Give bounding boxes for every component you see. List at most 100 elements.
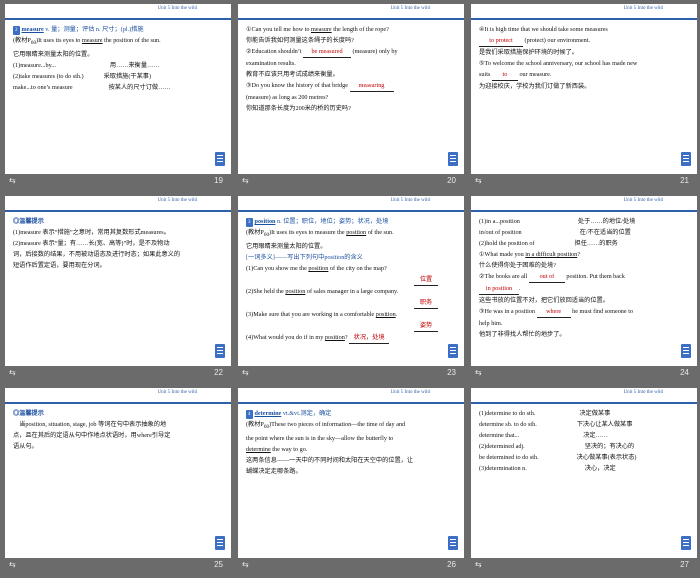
slide-page-21[interactable]: Unit 5 Into the wild ④It is high time tha…: [471, 4, 697, 174]
text-line: 为迎接校庆，学校为我们订做了新西装。: [479, 83, 591, 90]
menu-icon[interactable]: [448, 344, 458, 358]
slide-body: (1)in a...position 处于……的地位/处境 in/out of po…: [479, 216, 689, 340]
text-line: suits to our measure.: [479, 69, 689, 81]
slide-body: ①Can you tell me how to measure the leng…: [246, 24, 456, 114]
slide-page-25[interactable]: Unit 5 Into the wild ◎温馨提示 当position, sit…: [5, 388, 231, 558]
menu-icon[interactable]: [448, 536, 458, 550]
unit-label: Unit 5 Into the wild: [390, 6, 430, 11]
slide-footer: ⇆ 19: [5, 176, 231, 188]
slide-body: ◎温馨提示 当position, situation, stage, job 等…: [13, 408, 223, 452]
text-line: (2)She held the position of sales manage…: [246, 288, 399, 296]
text-line: ②The books are all out of position. Put …: [479, 271, 689, 283]
text-line: [一词多义]——写出下列句中position的含义: [246, 254, 363, 262]
text-line: ③Do you know the history of that bridge …: [246, 80, 456, 92]
text-line: 教育不应该只用考试成绩来衡量。: [246, 71, 339, 78]
slide-header-bar: Unit 5 Into the wild: [238, 196, 464, 212]
menu-icon[interactable]: [215, 152, 225, 166]
text-line: 点，且在其后的定语从句中作地点状语时，用where引导定: [13, 432, 171, 439]
menu-icon[interactable]: [448, 152, 458, 166]
slide-body: 3 position n. 位置；职位，地位；姿势；状况，处境 (教材P60)It …: [246, 216, 456, 345]
slide-link-icon[interactable]: ⇆: [9, 176, 16, 185]
text-line: to protect (protect) our environment.: [479, 35, 689, 47]
slide-page-20[interactable]: Unit 5 Into the wild ①Can you tell me how…: [238, 4, 464, 174]
text-line: 当position, situation, stage, job 等词在句中表示…: [13, 421, 167, 428]
slide-footer: ⇆ 24: [471, 368, 697, 380]
slide-link-icon[interactable]: ⇆: [475, 368, 482, 377]
text-line: 它用眼睛来测量太阳的位置。: [13, 51, 94, 59]
text-line: be determined to do sth. 决心做某事(表示状态): [479, 454, 637, 461]
text-line: determine the way to go.: [246, 446, 308, 454]
slide-link-icon[interactable]: ⇆: [475, 560, 482, 569]
slide-page-27[interactable]: Unit 5 Into the wild (1)determine to do s…: [471, 388, 697, 558]
slide-link-icon[interactable]: ⇆: [9, 560, 16, 569]
slide-footer: ⇆ 23: [238, 368, 464, 380]
text-line: 什么使得你处于困难的处境?: [479, 262, 556, 269]
text-line: ①Can you tell me how to measure the leng…: [246, 26, 389, 33]
text-line: 蝴蝶决定走哪条路。: [246, 468, 302, 476]
slide-page-22[interactable]: Unit 5 Into the wild ◎温馨提示 (1)measure 表示“措…: [5, 196, 231, 366]
text-line: determine that... 决定……: [479, 432, 608, 439]
text-line: ◎温馨提示: [13, 218, 44, 225]
text-line: (教材P60)It uses its eyes to measure the p…: [13, 37, 161, 47]
slide-body: (1)determine to do sth. 决定做某事 determine sb…: [479, 408, 689, 474]
slide-header-bar: Unit 5 Into the wild: [471, 388, 697, 404]
text-line: 它用眼睛来测量太阳的位置。: [246, 243, 327, 251]
text-line: 语从句。: [13, 443, 38, 450]
text-line: make...to one’s measure 按某人的尺寸订做……: [13, 84, 171, 92]
slide-page-24[interactable]: Unit 5 Into the wild (1)in a...position 处于…: [471, 196, 697, 366]
text-line: 姿势: [246, 320, 456, 333]
page-number: 21: [680, 176, 689, 185]
slide-link-icon[interactable]: ⇆: [242, 368, 249, 377]
text-line: ◎温馨提示: [13, 410, 44, 417]
menu-icon[interactable]: [681, 152, 691, 166]
slide-header-bar: Unit 5 Into the wild: [5, 4, 231, 20]
text-line: (1)Can you show me the position of the c…: [246, 265, 387, 273]
text-line: help him.: [479, 320, 503, 327]
text-line: (2)take measures (to do sth.) 采取措施(干某事): [13, 73, 152, 81]
page-number: 23: [447, 368, 456, 377]
slide-page-23[interactable]: Unit 5 Into the wild 3 position n. 位置；职位，地…: [238, 196, 464, 366]
text-line: 你能告诉我如何测量这条绳子的长度吗?: [246, 37, 354, 44]
slide-link-icon[interactable]: ⇆: [475, 176, 482, 185]
text-line: 职务: [246, 297, 456, 310]
text-line: 他到了非得找人帮忙的地步了。: [479, 331, 566, 338]
text-line: (3)Make sure that you are working in a c…: [246, 311, 398, 319]
unit-label: Unit 5 Into the wild: [623, 390, 663, 395]
menu-icon[interactable]: [681, 536, 691, 550]
page-number: 22: [214, 368, 223, 377]
text-line: (1)measure...by... 用……来衡量……: [13, 62, 160, 70]
page-number: 19: [214, 176, 223, 185]
unit-label: Unit 5 Into the wild: [157, 198, 197, 203]
menu-icon[interactable]: [215, 344, 225, 358]
text-line: (教材P60)It uses its eyes to measure the p…: [246, 229, 394, 239]
text-line: ⑤To welcome the school anniversary, our …: [479, 60, 638, 67]
unit-label: Unit 5 Into the wild: [623, 198, 663, 203]
slide-footer: ⇆ 22: [5, 368, 231, 380]
slide-body: 4 determine vt.&vi.测定，确定 (教材P60)These two …: [246, 408, 456, 477]
text-line: 3 position n. 位置；职位，地位；姿势；状况，处境: [246, 218, 389, 227]
text-line: (1)in a...position 处于……的地位/处境: [479, 218, 636, 225]
unit-label: Unit 5 Into the wild: [390, 198, 430, 203]
slide-link-icon[interactable]: ⇆: [242, 176, 249, 185]
slide-header-bar: Unit 5 Into the wild: [238, 388, 464, 404]
slide-page-26[interactable]: Unit 5 Into the wild 4 determine vt.&vi.测定…: [238, 388, 464, 558]
slide-link-icon[interactable]: ⇆: [242, 560, 249, 569]
slide-header-bar: Unit 5 Into the wild: [238, 4, 464, 20]
slide-link-icon[interactable]: ⇆: [9, 368, 16, 377]
unit-label: Unit 5 Into the wild: [157, 6, 197, 11]
text-line: (2)measure 表示“量；有……长(宽、高等)”时，是不及物动: [13, 240, 170, 247]
text-line: (3)determination n. 决心，决定: [479, 465, 616, 472]
text-line: 你知道那条长度为200米的桥的历史吗?: [246, 105, 351, 112]
menu-icon[interactable]: [215, 536, 225, 550]
text-line: 词，后接数的结果，不用被动语态及进行时态；如果此意义的: [13, 251, 181, 258]
slide-footer: ⇆ 25: [5, 560, 231, 572]
slide-footer: ⇆ 21: [471, 176, 697, 188]
text-line: ④It is high time that we should take som…: [479, 26, 608, 33]
text-line: (1)determine to do sth. 决定做某事: [479, 410, 611, 417]
text-line: in position.: [479, 283, 689, 295]
page-number: 27: [680, 560, 689, 569]
slide-page-19[interactable]: Unit 5 Into the wild 2 measure v. 量；测量；评估 …: [5, 4, 231, 174]
menu-icon[interactable]: [681, 344, 691, 358]
text-line: 这些书放的位置不对，把它们放回适当的位置。: [479, 297, 609, 304]
text-line: ②Education shouldn’t be measured (measur…: [246, 46, 456, 58]
